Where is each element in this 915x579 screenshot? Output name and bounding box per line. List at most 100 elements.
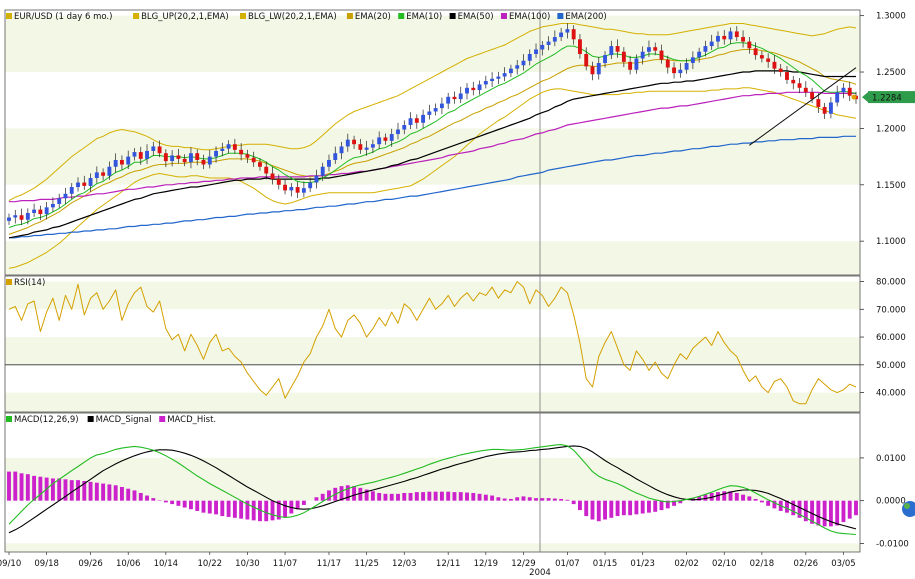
legend-swatch xyxy=(450,13,456,19)
candle-up xyxy=(314,176,318,183)
candle-up xyxy=(45,207,49,214)
macd-hist-bar xyxy=(220,501,224,516)
macd-hist-bar xyxy=(478,494,482,501)
macd-hist-bar xyxy=(459,492,463,501)
candle-down xyxy=(120,160,124,165)
legend-swatch xyxy=(501,13,507,19)
candle-up xyxy=(547,42,551,45)
candle-up xyxy=(346,140,350,147)
candle-up xyxy=(151,146,155,151)
candle-down xyxy=(358,144,362,150)
candle-up xyxy=(51,204,55,207)
candle-down xyxy=(628,62,632,70)
macd-hist-bar xyxy=(377,493,381,501)
candle-up xyxy=(95,172,99,178)
candle-up xyxy=(829,102,833,113)
candle-up xyxy=(434,108,438,111)
legend-swatch xyxy=(133,13,139,19)
legend-label: EMA(20) xyxy=(355,12,391,22)
candle-down xyxy=(164,153,168,161)
candle-up xyxy=(208,157,212,165)
candle-down xyxy=(277,179,281,185)
legend-swatch xyxy=(6,416,12,422)
macd-hist-bar xyxy=(641,501,645,514)
candle-up xyxy=(553,37,557,42)
macd-hist-bar xyxy=(164,501,168,503)
macd-hist-bar xyxy=(227,501,231,517)
candle-down xyxy=(271,174,275,180)
macd-hist-bar xyxy=(32,476,36,501)
candle-up xyxy=(459,93,463,99)
candle-up xyxy=(697,52,701,58)
macd-hist-bar xyxy=(440,492,444,501)
x-tick-label: 09/18 xyxy=(34,559,59,569)
macd-hist-bar xyxy=(70,480,74,501)
macd-hist-bar xyxy=(848,501,852,519)
candle-down xyxy=(735,31,739,37)
macd-hist-bar xyxy=(139,493,143,501)
candle-down xyxy=(591,66,595,74)
candle-up xyxy=(70,187,74,194)
macd-hist-bar xyxy=(352,486,356,501)
macd-hist-bar xyxy=(509,499,513,501)
candle-up xyxy=(835,92,839,102)
macd-hist-bar xyxy=(547,498,551,501)
macd-hist-bar xyxy=(183,501,187,508)
x-tick-label: 10/22 xyxy=(198,559,223,569)
candle-up xyxy=(32,210,36,213)
candle-up xyxy=(647,47,651,52)
candle-up xyxy=(716,36,720,42)
macd-hist-bar xyxy=(346,485,350,500)
candle-down xyxy=(453,97,457,99)
candle-down xyxy=(747,42,751,49)
candle-up xyxy=(57,198,61,204)
x-tick-label: 09/10 xyxy=(0,559,21,569)
y-tick-label: 50.000 xyxy=(876,361,906,371)
candle-up xyxy=(515,65,519,68)
candle-up xyxy=(327,160,331,167)
panel-band xyxy=(5,365,860,393)
macd-hist-bar xyxy=(151,498,155,501)
candle-down xyxy=(82,183,86,186)
x-tick-label: 12/03 xyxy=(392,559,417,569)
macd-hist-bar xyxy=(57,478,61,500)
y-tick-label: 80.000 xyxy=(876,278,906,288)
candle-down xyxy=(772,62,776,69)
macd-hist-bar xyxy=(95,483,99,501)
candle-up xyxy=(503,73,507,76)
macd-hist-bar xyxy=(503,499,507,501)
legend-label: RSI(14) xyxy=(14,278,45,288)
x-tick-label: 11/07 xyxy=(273,559,298,569)
price-panel xyxy=(5,10,860,275)
macd-hist-bar xyxy=(854,501,858,516)
y-tick-label: 1.3000 xyxy=(876,12,906,22)
candle-up xyxy=(170,155,174,161)
x-tick-label: 11/17 xyxy=(317,559,342,569)
macd-hist-bar xyxy=(591,501,595,520)
legend-label: MACD(12,26,9) xyxy=(14,415,79,425)
macd-hist-bar xyxy=(741,495,745,501)
candle-down xyxy=(296,187,300,193)
candle-up xyxy=(703,46,707,52)
macd-hist-bar xyxy=(434,492,438,501)
candle-up xyxy=(89,178,93,186)
rsi-panel xyxy=(5,276,860,412)
legend-swatch xyxy=(240,13,246,19)
macd-hist-bar xyxy=(133,490,137,500)
candle-up xyxy=(427,111,431,114)
candle-up xyxy=(565,29,569,32)
candle-up xyxy=(446,97,450,104)
candle-up xyxy=(145,151,149,159)
y-tick-label: 1.1500 xyxy=(876,181,906,191)
macd-hist-bar xyxy=(496,497,500,500)
candle-up xyxy=(64,194,68,199)
candle-up xyxy=(214,151,218,157)
candle-up xyxy=(509,69,513,74)
last-price-label: 1.2284 xyxy=(872,94,902,104)
macd-hist-bar xyxy=(572,501,576,504)
macd-hist-bar xyxy=(195,501,199,511)
candle-down xyxy=(233,144,237,150)
macd-hist-bar xyxy=(89,482,93,501)
candle-up xyxy=(76,183,80,188)
macd-hist-bar xyxy=(660,501,664,510)
